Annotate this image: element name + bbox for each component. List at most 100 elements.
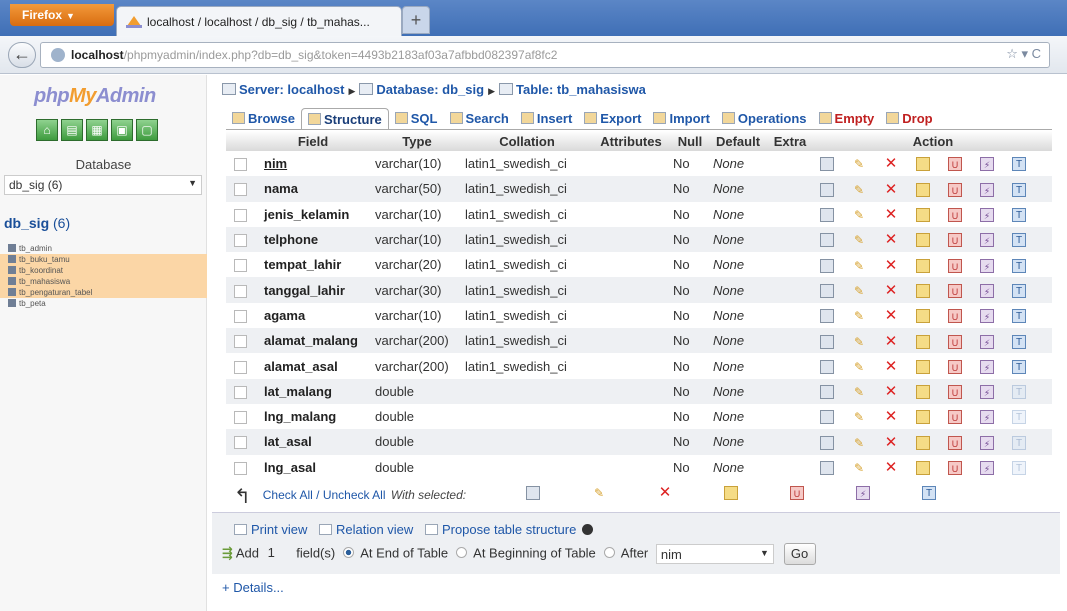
close-icon[interactable]: ✕	[884, 283, 898, 298]
row-checkbox[interactable]	[233, 360, 247, 374]
radio-at-end[interactable]	[343, 547, 355, 559]
index-icon[interactable]: ⚡	[980, 233, 994, 248]
browse-icon[interactable]	[820, 208, 834, 223]
tab-empty[interactable]: Empty	[813, 108, 881, 130]
close-icon[interactable]: ✕	[884, 359, 898, 374]
unique-icon[interactable]: U	[948, 182, 962, 197]
tab-export[interactable]: Export	[578, 108, 647, 130]
pencil-icon[interactable]: ✎	[852, 233, 866, 247]
close-icon[interactable]: ✕	[884, 308, 898, 323]
print-view-link[interactable]: Print view	[251, 522, 307, 537]
fulltext-icon[interactable]: T	[1012, 182, 1026, 197]
browse-icon[interactable]	[820, 334, 834, 349]
radio-after[interactable]	[603, 547, 615, 559]
index-icon[interactable]: ⚡	[980, 157, 994, 172]
primary-key-icon[interactable]	[916, 359, 930, 374]
row-checkbox[interactable]	[233, 234, 247, 248]
radio-at-beginning[interactable]	[456, 547, 468, 559]
fulltext-icon[interactable]: T	[1012, 359, 1026, 374]
primary-key-icon[interactable]	[916, 410, 930, 425]
unique-icon[interactable]: U	[948, 460, 962, 475]
index-icon[interactable]: ⚡	[856, 486, 870, 500]
pencil-icon[interactable]: ✎	[852, 309, 866, 323]
close-icon[interactable]: ✕	[884, 182, 898, 197]
fulltext-icon[interactable]: T	[1012, 157, 1026, 172]
row-checkbox[interactable]	[233, 335, 247, 349]
unique-icon[interactable]: U	[948, 208, 962, 223]
url-bar[interactable]: localhost/phpmyadmin/index.php?db=db_sig…	[40, 42, 1050, 68]
pencil-icon[interactable]: ✎	[852, 208, 866, 222]
relation-view-link[interactable]: Relation view	[336, 522, 413, 537]
index-icon[interactable]: ⚡	[980, 334, 994, 349]
sidebar-table-item[interactable]: tb_peta	[0, 298, 207, 309]
settings-icon[interactable]: ▢	[136, 119, 158, 141]
browse-icon[interactable]	[820, 233, 834, 248]
unique-icon[interactable]: U	[790, 486, 804, 500]
unique-icon[interactable]: U	[948, 410, 962, 425]
pencil-icon[interactable]: ✎	[852, 157, 866, 171]
tab-search[interactable]: Search	[444, 108, 515, 130]
fulltext-icon[interactable]: T	[1012, 385, 1026, 400]
phpmyadmin-logo[interactable]: phpMyAdmin	[34, 85, 156, 108]
fulltext-icon[interactable]: T	[1012, 258, 1026, 273]
help-icon[interactable]	[581, 524, 593, 535]
pencil-icon[interactable]: ✎	[852, 410, 866, 424]
browser-tab-active[interactable]: localhost / localhost / db_sig / tb_maha…	[116, 6, 402, 36]
row-checkbox[interactable]	[233, 411, 247, 425]
row-checkbox[interactable]	[233, 284, 247, 298]
index-icon[interactable]: ⚡	[980, 385, 994, 400]
reload-icon[interactable]: ☆ ▾ C	[1006, 46, 1041, 62]
row-checkbox[interactable]	[233, 385, 247, 399]
close-icon[interactable]: ✕	[884, 384, 898, 399]
row-checkbox[interactable]	[233, 259, 247, 273]
unique-icon[interactable]: U	[948, 283, 962, 298]
check-all-link[interactable]: Check All	[263, 488, 313, 502]
primary-key-icon[interactable]	[724, 486, 738, 500]
browse-icon[interactable]	[820, 385, 834, 400]
tab-sql[interactable]: SQL	[389, 108, 444, 130]
browse-icon[interactable]	[820, 359, 834, 374]
row-checkbox[interactable]	[233, 183, 247, 197]
pencil-icon[interactable]: ✎	[852, 461, 866, 475]
unique-icon[interactable]: U	[948, 435, 962, 450]
unique-icon[interactable]: U	[948, 385, 962, 400]
propose-structure-link[interactable]: Propose table structure	[442, 522, 576, 537]
breadcrumb-table[interactable]: Table: tb_mahasiswa	[516, 82, 646, 97]
close-icon[interactable]: ✕	[884, 409, 898, 424]
primary-key-icon[interactable]	[916, 182, 930, 197]
unique-icon[interactable]: U	[948, 258, 962, 273]
browse-icon[interactable]	[820, 157, 834, 172]
index-icon[interactable]: ⚡	[980, 208, 994, 223]
primary-key-icon[interactable]	[916, 309, 930, 324]
fulltext-icon[interactable]: T	[922, 486, 936, 500]
logout-icon[interactable]: ▤	[61, 119, 83, 141]
fulltext-icon[interactable]: T	[1012, 410, 1026, 425]
browse-icon[interactable]	[820, 258, 834, 273]
primary-key-icon[interactable]	[916, 283, 930, 298]
pencil-icon[interactable]: ✎	[852, 360, 866, 374]
row-checkbox[interactable]	[233, 461, 247, 475]
breadcrumb-server[interactable]: Server: localhost	[239, 82, 345, 97]
docs-icon[interactable]: ▣	[111, 119, 133, 141]
tab-insert[interactable]: Insert	[515, 108, 578, 130]
close-icon[interactable]: ✕	[884, 207, 898, 222]
database-name-link[interactable]: db_sig (6)	[4, 215, 70, 231]
unique-icon[interactable]: U	[948, 233, 962, 248]
browse-icon[interactable]	[820, 283, 834, 298]
fulltext-icon[interactable]: T	[1012, 309, 1026, 324]
tab-browse[interactable]: Browse	[226, 108, 301, 130]
database-select[interactable]: db_sig (6) ▼	[4, 175, 202, 195]
close-icon[interactable]: ✕	[884, 435, 898, 450]
fulltext-icon[interactable]: T	[1012, 334, 1026, 349]
tab-structure[interactable]: Structure	[300, 108, 389, 130]
tab-import[interactable]: Import	[647, 108, 715, 130]
close-icon[interactable]: ✕	[884, 258, 898, 273]
row-checkbox[interactable]	[233, 208, 247, 222]
browse-icon[interactable]	[526, 486, 540, 500]
unique-icon[interactable]: U	[948, 359, 962, 374]
tab-operations[interactable]: Operations	[716, 108, 813, 130]
browse-icon[interactable]	[820, 182, 834, 197]
primary-key-icon[interactable]	[916, 460, 930, 475]
row-checkbox[interactable]	[233, 158, 247, 172]
back-arrow-icon[interactable]: ←	[8, 42, 36, 68]
